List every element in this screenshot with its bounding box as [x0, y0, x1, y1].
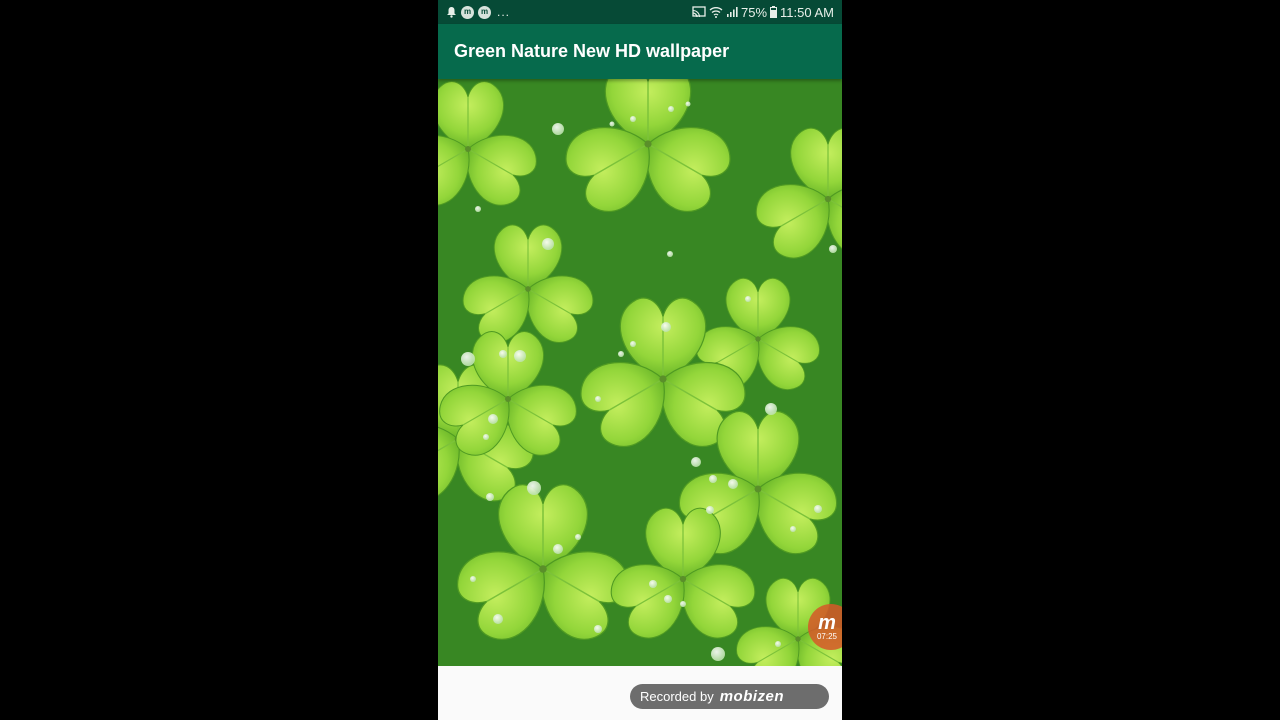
notification-bell-icon	[447, 7, 456, 18]
m-app-icon: m	[461, 5, 474, 19]
cast-icon	[692, 6, 706, 18]
status-bar: m m ... 75% 11:50 AM	[438, 0, 842, 24]
m-app-icon: m	[478, 5, 491, 19]
status-time: 11:50 AM	[780, 4, 834, 20]
recorded-by-watermark: Recorded by mobizen	[630, 684, 829, 709]
app-title: Green Nature New HD wallpaper	[454, 41, 730, 61]
wallpaper-image[interactable]	[438, 79, 842, 666]
phone-screen: m m ... 75% 11:50 AM Green Nature New HD…	[438, 0, 842, 720]
wifi-icon	[709, 7, 723, 18]
recorder-timer: 07:25	[816, 631, 838, 641]
clover-image	[438, 79, 842, 666]
recorder-logo-letter: m	[818, 611, 836, 634]
more-notifications-indicator: ...	[497, 5, 511, 19]
recorder-brand: mobizen	[719, 688, 785, 705]
signal-icon	[727, 7, 738, 17]
recorded-by-label: Recorded by	[640, 689, 714, 704]
battery-icon	[770, 6, 778, 18]
battery-percentage: 75%	[741, 4, 768, 20]
app-bar: Green Nature New HD wallpaper	[438, 24, 842, 79]
